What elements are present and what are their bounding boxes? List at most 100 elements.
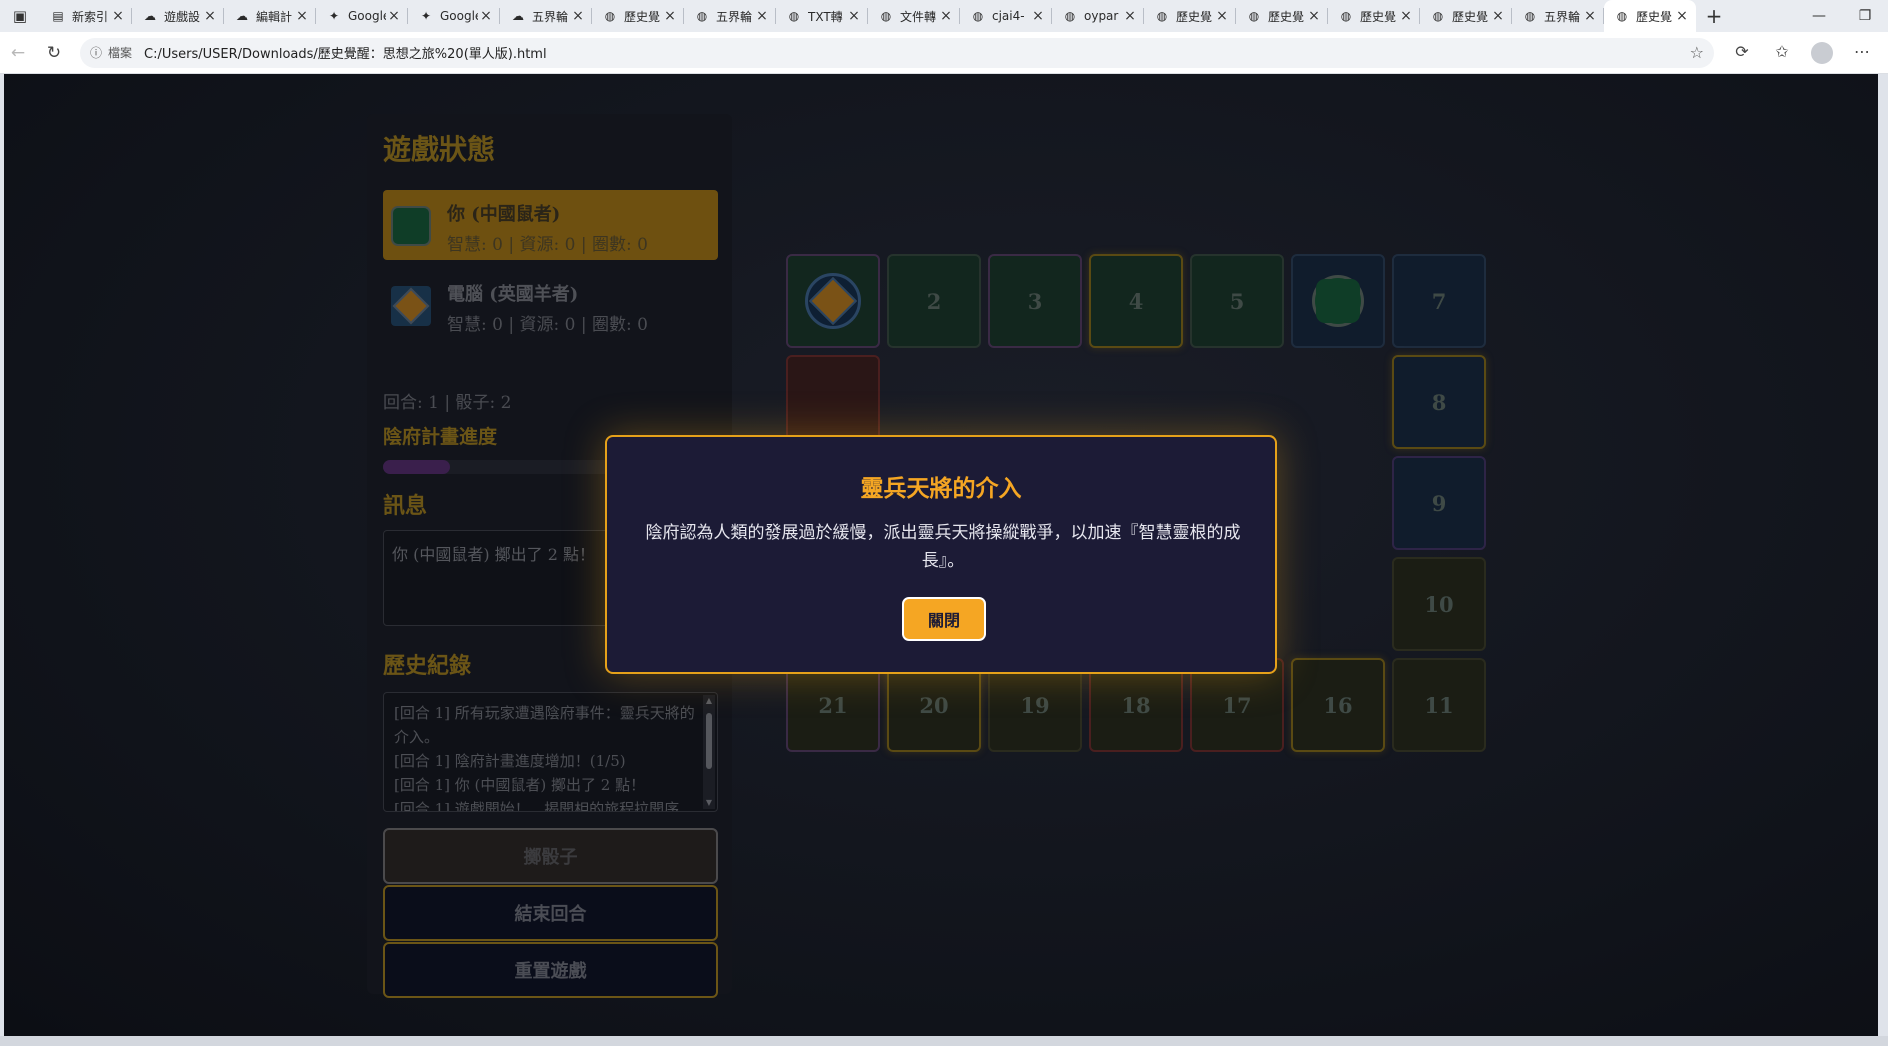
roll-dice-button[interactable]: 擲骰子 [383,828,718,884]
browser-tab[interactable]: ◍ 五界輪 × [684,0,776,32]
tab-label: cjai4- [992,9,1025,23]
tab-close-icon[interactable]: × [846,8,862,24]
browser-tab[interactable]: ◍ 文件轉 × [868,0,960,32]
tab-close-icon[interactable]: × [1214,8,1230,24]
reset-game-button[interactable]: 重置遊戲 [383,942,718,998]
scroll-up-arrow-icon[interactable]: ▲ [703,695,715,707]
browser-tab[interactable]: ◍ 歷史覺 × [1604,0,1696,32]
tab-label: 文件轉 [900,9,937,24]
browser-toolbar: ← ↻ ⓘ 檔案 C:/Users/USER/Downloads/歷史覺醒：思想… [0,32,1888,74]
tab-close-icon[interactable]: × [1306,8,1322,24]
browser-tab[interactable]: ◍ 歷史覺 × [1328,0,1420,32]
tab-close-icon[interactable]: × [202,8,218,24]
cell-number: 4 [1128,288,1144,314]
browser-tab[interactable]: ◍ cjai4- × [960,0,1052,32]
tab-close-icon[interactable]: × [386,8,402,24]
tab-favicon-icon: ◍ [1616,9,1628,23]
tab-favicon-icon: ◍ [1524,9,1536,23]
browser-tab[interactable]: ◍ oypar × [1052,0,1144,32]
page-viewport: 遊戲狀態 你 (中國鼠者) 智慧: 0 | 資源: 0 | 圈數: 0 電腦 (… [4,74,1878,1036]
tab-close-icon[interactable]: × [1030,8,1046,24]
browser-tab[interactable]: ◍ 歷史覺 × [1236,0,1328,32]
tab-close-icon[interactable]: × [1490,8,1506,24]
minimize-icon[interactable]: — [1796,8,1842,24]
tab-label: 遊戲設 [164,9,201,24]
browser-tab[interactable]: ◍ 五界輪 × [1512,0,1604,32]
tab-close-icon[interactable]: × [938,8,954,24]
browser-tab[interactable]: ☁ 編輯計 × [224,0,316,32]
tab-close-icon[interactable]: × [570,8,586,24]
scroll-down-arrow-icon[interactable]: ▼ [703,797,715,809]
tab-close-icon[interactable]: × [110,8,126,24]
tab-label: 歷史覺 [1452,9,1489,24]
tab-close-icon[interactable]: × [478,8,494,24]
back-arrow-icon[interactable]: ← [0,35,36,71]
new-tab-button[interactable]: + [1696,4,1732,28]
url-text[interactable]: C:/Users/USER/Downloads/歷史覺醒：思想之旅%20(單人版… [144,43,1690,62]
browser-tab[interactable]: ✦ Google× [408,0,500,32]
tab-label: Google [440,9,478,23]
browser-tab[interactable]: ◍ 歷史覺 × [1420,0,1512,32]
tab-favicon-icon: ◍ [1340,9,1352,23]
tab-close-icon[interactable]: × [754,8,770,24]
reload-icon[interactable]: ↻ [36,35,72,71]
tab-favicon-icon: ◍ [880,9,892,23]
modal-body: 陰府認為人類的發展過於緩慢，派出靈兵天將操縱戰爭，以加速『智慧靈根的成長』。 [645,523,1241,571]
history-entry: [回合 1] 所有玩家遭遇陰府事件：靈兵天將的介入。 [394,704,695,746]
tab-close-icon[interactable]: × [662,8,678,24]
tab-favicon-icon: ◍ [696,9,708,23]
tab-favicon-icon: ◍ [1156,9,1168,23]
tab-label: oypar [1084,9,1119,23]
history-entry: [回合 1] 陰府計畫進度增加！(1/5) [394,752,626,770]
tab-label: 歷史覺 [624,9,661,24]
cell-number: 21 [818,692,848,718]
browser-tab[interactable]: ◍ 歷史覺 × [592,0,684,32]
computer-diamond-token-icon [805,273,861,329]
modal-title: 靈兵天將的介入 [860,475,1022,502]
more-menu-icon[interactable]: ⋯ [1842,42,1882,64]
tab-favicon-icon: ◍ [604,9,616,23]
history-scrollbar[interactable]: ▲ ▼ [703,695,715,809]
tab-label: 五界輪 [532,9,569,24]
history-log[interactable]: [回合 1] 所有玩家遭遇陰府事件：靈兵天將的介入。 [回合 1] 陰府計畫進度增… [383,692,718,812]
history-title: 歷史紀錄 [383,653,472,679]
browser-tab[interactable]: ◍ TXT轉 × [776,0,868,32]
browser-tab[interactable]: ☁ 遊戲設 × [132,0,224,32]
tab-label: 歷史覺 [1176,9,1213,24]
tab-favicon-icon: ◍ [1432,9,1444,23]
extensions-icon[interactable]: ⟳ [1722,42,1762,64]
tab-close-icon[interactable]: × [1582,8,1598,24]
browser-tab[interactable]: ☁ 五界輪 × [500,0,592,32]
board-cell: 8 [1392,355,1486,449]
browser-tab[interactable]: ✦ Google× [316,0,408,32]
history-entry: [回合 1] 你 (中國鼠者) 擲出了 2 點！ [394,776,646,794]
tab-list: ▤新索引×☁遊戲設×☁編輯計×✦Google×✦Google×☁五界輪×◍歷史覺… [40,0,1696,32]
board-cell: 5 [1190,254,1284,348]
info-icon[interactable]: ⓘ [90,44,108,61]
favorites-icon[interactable]: ✩ [1762,42,1802,64]
bookmark-star-icon[interactable]: ☆ [1690,43,1704,62]
tab-favicon-icon: ◍ [788,9,800,23]
tab-close-icon[interactable]: × [1398,8,1414,24]
orange-diamond-token-icon [391,286,431,326]
restore-icon[interactable]: ❐ [1842,8,1888,24]
end-turn-button[interactable]: 結束回合 [383,885,718,941]
tab-close-icon[interactable]: × [1674,8,1690,24]
profile-avatar[interactable] [1811,41,1833,64]
cell-number: 9 [1431,490,1447,516]
cell-number: 8 [1431,389,1447,415]
event-modal: 靈兵天將的介入 陰府認為人類的發展過於緩慢，派出靈兵天將操縱戰爭，以加速『智慧靈… [605,435,1277,674]
modal-close-button[interactable]: 關閉 [902,597,986,641]
browser-tab[interactable]: ◍ 歷史覺 × [1144,0,1236,32]
tab-favicon-icon: ✦ [328,9,340,23]
scroll-thumb[interactable] [706,713,712,769]
bottom-edge [0,1036,1888,1046]
tab-favicon-icon: ◍ [972,9,984,23]
tab-actions-menu-icon[interactable]: ▣ [0,0,40,32]
address-bar[interactable]: ⓘ 檔案 C:/Users/USER/Downloads/歷史覺醒：思想之旅%2… [80,37,1714,68]
tab-close-icon[interactable]: × [294,8,310,24]
tab-close-icon[interactable]: × [1122,8,1138,24]
browser-tab[interactable]: ▤ 新索引 × [40,0,132,32]
cell-number: 18 [1121,692,1151,718]
cell-number: 3 [1027,288,1043,314]
